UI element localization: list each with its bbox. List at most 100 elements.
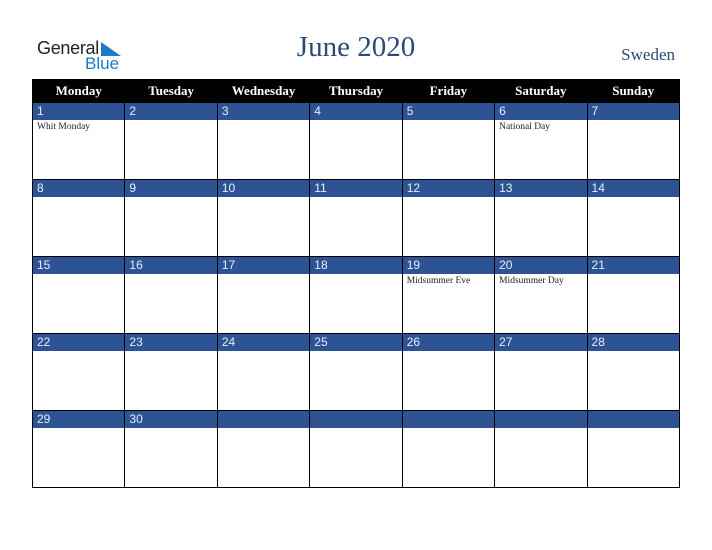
day-number: 16 xyxy=(125,257,217,274)
holiday-label xyxy=(588,351,679,353)
day-cell[interactable] xyxy=(494,410,588,488)
day-cell[interactable]: 29 xyxy=(31,410,126,488)
holiday-label xyxy=(218,120,309,122)
day-cell[interactable]: 27 xyxy=(494,333,588,411)
day-number: 24 xyxy=(217,334,310,351)
day-cell[interactable]: 6 National Day xyxy=(494,102,588,180)
day-number: 30 xyxy=(125,411,217,428)
day-number xyxy=(217,411,310,428)
holiday-label xyxy=(588,197,679,199)
day-cell[interactable]: 1 Whit Monday xyxy=(31,102,126,180)
day-cell[interactable]: 17 xyxy=(216,256,311,334)
day-cell[interactable] xyxy=(401,410,496,488)
holiday-label xyxy=(403,428,494,430)
weekday-header: Monday xyxy=(31,79,126,103)
holiday-label xyxy=(218,351,309,353)
holiday-label: National Day xyxy=(499,122,551,132)
day-number: 18 xyxy=(310,257,402,274)
day-number xyxy=(402,411,495,428)
holiday-label xyxy=(588,428,679,430)
holiday-label xyxy=(403,351,494,353)
week-row: 15 16 17 18 19 Midsummer Eve 20 Midsummer Day 21 xyxy=(31,256,681,334)
day-number: 17 xyxy=(217,257,310,274)
day-cell[interactable]: 11 xyxy=(309,179,403,257)
week-row: 22 23 24 25 26 27 28 xyxy=(31,333,681,411)
day-cell[interactable] xyxy=(586,410,681,488)
day-cell[interactable]: 16 xyxy=(124,256,218,334)
day-number: 10 xyxy=(217,180,310,197)
day-number: 27 xyxy=(495,334,587,351)
day-cell[interactable] xyxy=(309,410,403,488)
holiday-label xyxy=(218,428,309,430)
day-cell[interactable]: 23 xyxy=(124,333,218,411)
day-cell[interactable]: 2 xyxy=(124,102,218,180)
day-cell[interactable]: 25 xyxy=(309,333,403,411)
holiday-label xyxy=(310,428,401,430)
day-cell[interactable]: 13 xyxy=(494,179,588,257)
day-cell[interactable]: 19 Midsummer Eve xyxy=(401,256,496,334)
day-number: 4 xyxy=(310,103,402,120)
day-number xyxy=(495,411,587,428)
day-number: 14 xyxy=(587,180,679,197)
day-cell[interactable]: 30 xyxy=(124,410,218,488)
day-cell[interactable]: 4 xyxy=(309,102,403,180)
day-cell[interactable]: 21 xyxy=(586,256,681,334)
day-cell[interactable]: 24 xyxy=(216,333,311,411)
holiday-label: Whit Monday xyxy=(37,122,91,132)
holiday-label xyxy=(495,351,586,353)
holiday-label xyxy=(125,428,216,430)
day-cell[interactable]: 9 xyxy=(124,179,218,257)
day-cell[interactable]: 12 xyxy=(401,179,496,257)
day-number xyxy=(587,411,679,428)
day-number: 13 xyxy=(495,180,587,197)
week-row: 8 9 10 11 12 13 14 xyxy=(31,179,681,257)
day-cell[interactable]: 22 xyxy=(31,333,126,411)
day-cell[interactable]: 15 xyxy=(31,256,126,334)
day-cell[interactable]: 18 xyxy=(309,256,403,334)
day-cell[interactable]: 28 xyxy=(586,333,681,411)
calendar-title: June 2020 xyxy=(296,31,416,63)
holiday-label xyxy=(310,197,401,199)
day-number: 8 xyxy=(33,180,125,197)
day-number: 20 xyxy=(495,257,587,274)
holiday-label xyxy=(588,274,679,276)
holiday-label xyxy=(33,274,124,276)
day-number: 9 xyxy=(125,180,217,197)
holiday-label xyxy=(403,120,494,122)
weekday-header: Friday xyxy=(401,79,496,103)
day-cell[interactable]: 7 xyxy=(586,102,681,180)
holiday-label xyxy=(218,197,309,199)
day-cell[interactable]: 10 xyxy=(216,179,311,257)
day-number xyxy=(310,411,402,428)
day-number: 11 xyxy=(310,180,402,197)
day-number: 15 xyxy=(33,257,125,274)
week-row: 29 30 xyxy=(31,410,681,488)
day-cell[interactable]: 14 xyxy=(586,179,681,257)
holiday-label: Midsummer Day xyxy=(499,276,564,286)
day-cell[interactable]: 26 xyxy=(401,333,496,411)
week-row: 1 Whit Monday 2 3 4 5 6 National Day 7 xyxy=(31,102,681,180)
holiday-label xyxy=(125,120,216,122)
weekday-header: Wednesday xyxy=(216,79,311,103)
holiday-label xyxy=(588,120,679,122)
day-cell[interactable]: 3 xyxy=(216,102,311,180)
day-number: 2 xyxy=(125,103,217,120)
day-cell[interactable]: 8 xyxy=(31,179,126,257)
day-number: 22 xyxy=(33,334,125,351)
holiday-label xyxy=(125,274,216,276)
holiday-label xyxy=(125,351,216,353)
weekday-header-row: Monday Tuesday Wednesday Thursday Friday Satu… xyxy=(31,79,681,103)
day-number: 21 xyxy=(587,257,679,274)
holiday-label xyxy=(218,274,309,276)
day-cell[interactable] xyxy=(216,410,311,488)
day-cell[interactable]: 20 Midsummer Day xyxy=(494,256,588,334)
holiday-label xyxy=(33,197,124,199)
holiday-label xyxy=(495,197,586,199)
day-number: 25 xyxy=(310,334,402,351)
calendar-grid: Monday Tuesday Wednesday Thursday Friday Satu… xyxy=(31,79,681,488)
day-number: 12 xyxy=(402,180,495,197)
day-cell[interactable]: 5 xyxy=(401,102,496,180)
holiday-label xyxy=(310,351,401,353)
holiday-label xyxy=(495,428,586,430)
day-number: 23 xyxy=(125,334,217,351)
